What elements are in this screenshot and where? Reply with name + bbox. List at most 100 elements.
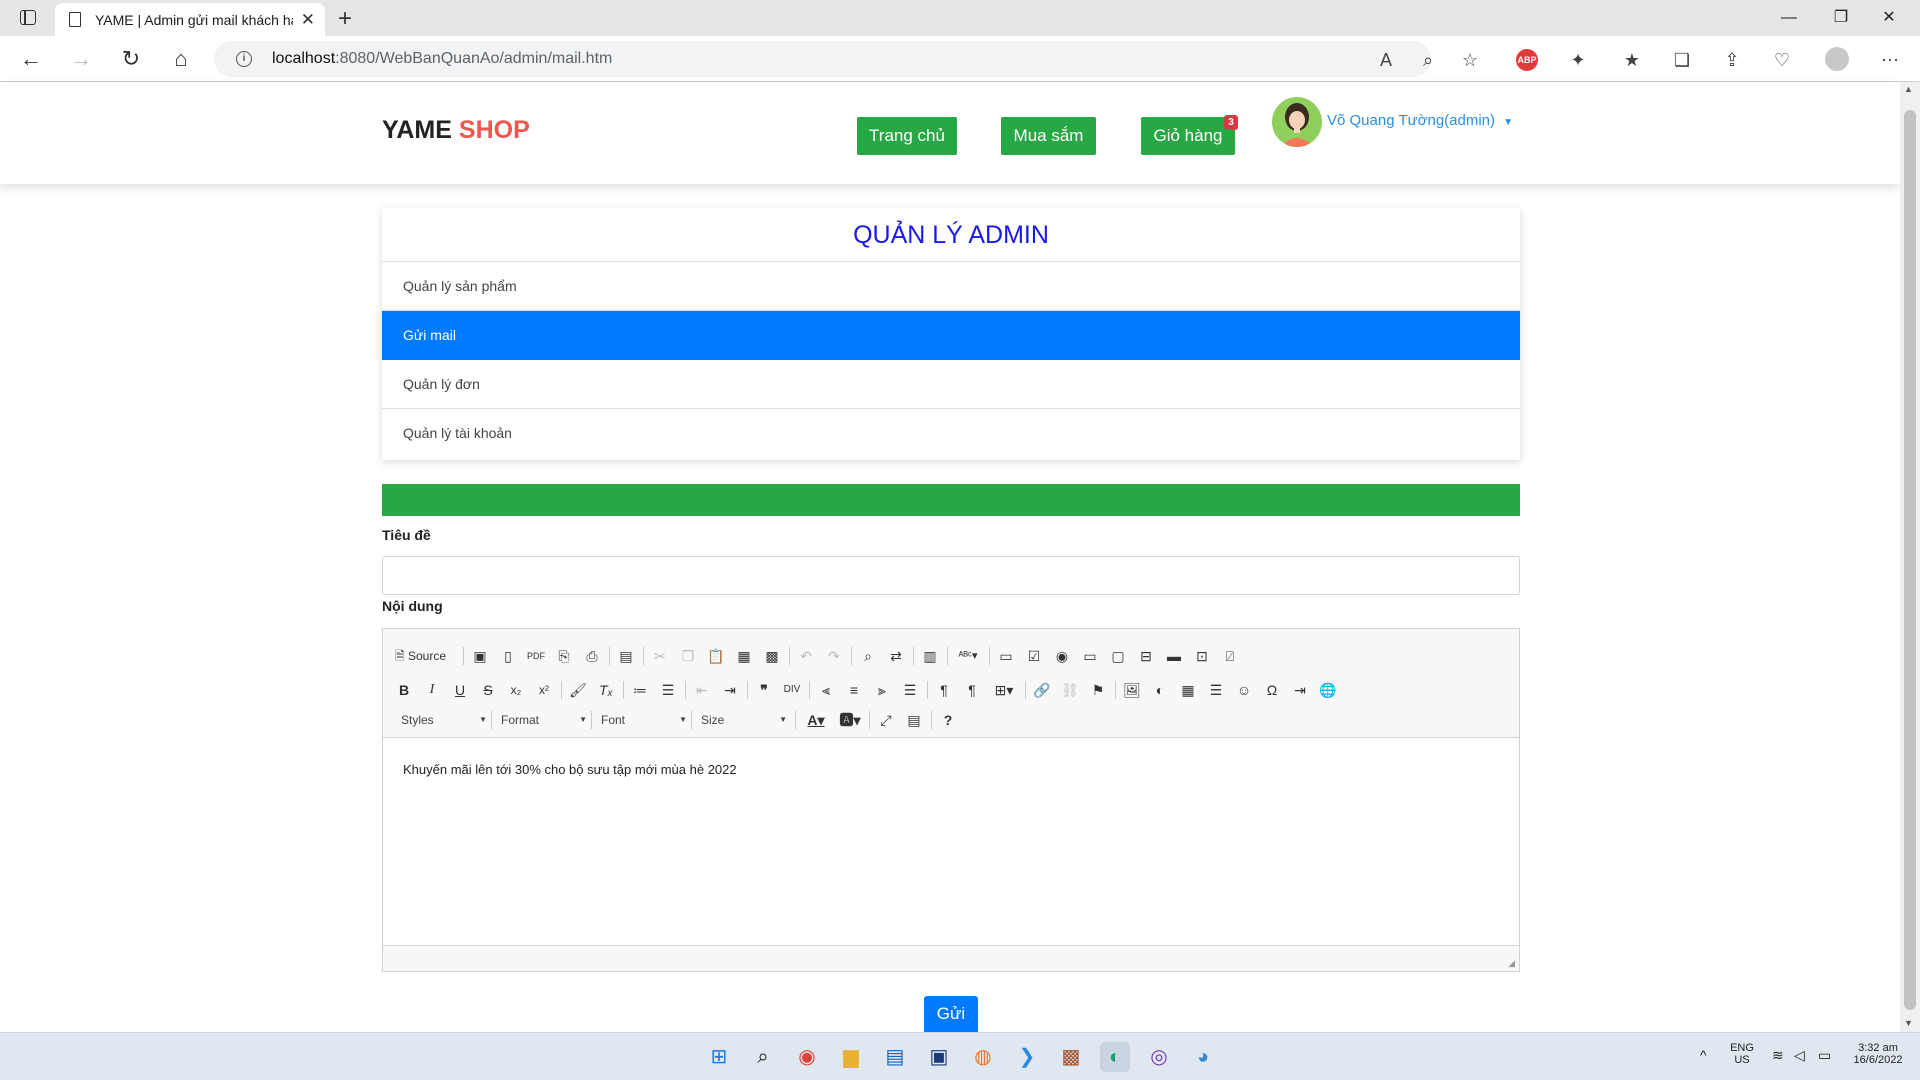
extensions-icon[interactable]: ✦ (1564, 46, 1592, 74)
adblock-icon[interactable]: ABP (1516, 49, 1538, 71)
new-tab-button[interactable]: + (338, 5, 352, 33)
hidden-field-icon[interactable]: ⍁ (1219, 645, 1241, 667)
smiley-icon[interactable]: ☺ (1233, 679, 1255, 701)
search-icon[interactable]: ⌕ (748, 1042, 778, 1072)
resize-handle-icon[interactable]: ◢ (1508, 958, 1515, 969)
numbered-list-icon[interactable]: ≔ (629, 679, 651, 701)
close-window-button[interactable]: ✕ (1866, 4, 1912, 32)
copy-format-icon[interactable]: 🖌 (567, 679, 589, 701)
new-page-icon[interactable]: ▯ (497, 645, 519, 667)
font-dropdown[interactable]: Font ▼ (595, 709, 691, 731)
show-blocks-icon[interactable]: ▤ (903, 709, 925, 731)
page-break-icon[interactable]: ⇥ (1289, 679, 1311, 701)
volume-icon[interactable]: ◁ (1794, 1047, 1805, 1064)
preview-icon[interactable]: ⎘ (553, 645, 575, 667)
print-icon[interactable]: ⎙ (581, 645, 603, 667)
send-button[interactable]: Gửi (924, 996, 978, 1032)
paste-word-icon[interactable]: ▩ (761, 645, 783, 667)
close-tab-icon[interactable]: ✕ (301, 10, 315, 30)
language-icon[interactable]: ⊞▾ (989, 679, 1019, 701)
save-icon[interactable]: ▣ (469, 645, 491, 667)
menu-item-products[interactable]: Quản lý sản phẩm (382, 262, 1520, 311)
bulleted-list-icon[interactable]: ☰ (657, 679, 679, 701)
italic-icon[interactable]: I (421, 679, 443, 701)
radio-icon[interactable]: ◉ (1051, 645, 1073, 667)
vscode-icon[interactable]: ❯ (1012, 1042, 1042, 1072)
performance-icon[interactable]: ♡ (1768, 46, 1796, 74)
align-right-icon[interactable]: ⫸ (871, 679, 893, 701)
subscript-icon[interactable]: x₂ (505, 679, 527, 701)
align-center-icon[interactable]: ≡ (843, 679, 865, 701)
export-pdf-icon[interactable]: PDF (525, 645, 547, 667)
browser-profile-icon[interactable] (1825, 47, 1849, 71)
source-button[interactable]: 🗎 Source (395, 645, 455, 667)
edge-icon[interactable]: ◐ (1100, 1042, 1130, 1072)
superscript-icon[interactable]: x² (533, 679, 555, 701)
form-icon[interactable]: ▭ (995, 645, 1017, 667)
templates-icon[interactable]: ▤ (615, 645, 637, 667)
home-button[interactable]: ⌂ (166, 44, 196, 74)
indent-icon[interactable]: ⇥ (719, 679, 741, 701)
rtl-icon[interactable]: ¶ (961, 679, 983, 701)
textfield-icon[interactable]: ▭ (1079, 645, 1101, 667)
remove-format-icon[interactable]: Tₓ (595, 679, 617, 701)
help-icon[interactable]: ? (937, 709, 959, 731)
maximize-icon[interactable]: ⤢ (875, 709, 897, 731)
browser-tab[interactable]: YAME | Admin gửi mail khách hà ✕ (55, 3, 325, 36)
text-color-icon[interactable]: A▾ (801, 709, 831, 731)
unlink-icon[interactable]: ⛓ (1059, 679, 1081, 701)
iframe-icon[interactable]: 🌐 (1317, 679, 1339, 701)
read-aloud-icon[interactable]: A (1372, 46, 1400, 74)
strikethrough-icon[interactable]: S (477, 679, 499, 701)
table-icon[interactable]: ▦ (1177, 679, 1199, 701)
subject-input[interactable] (382, 556, 1520, 595)
select-field-icon[interactable]: ⊟ (1135, 645, 1157, 667)
reload-button[interactable]: ↻ (116, 44, 146, 74)
redo-icon[interactable]: ↷ (823, 645, 845, 667)
favorite-star-icon[interactable]: ☆ (1456, 46, 1484, 74)
user-menu-toggle[interactable]: Võ Quang Tường(admin) ▼ (1327, 112, 1513, 129)
wifi-icon[interactable]: ≋ (1772, 1047, 1784, 1064)
styles-dropdown[interactable]: Styles ▼ (395, 709, 491, 731)
image-button-icon[interactable]: ⊡ (1191, 645, 1213, 667)
menu-item-orders[interactable]: Quản lý đơn (382, 360, 1520, 409)
language-indicator[interactable]: ENG US (1728, 1042, 1756, 1066)
nav-cart-button[interactable]: Giỏ hàng 3 (1141, 115, 1238, 155)
bold-icon[interactable]: B (393, 679, 415, 701)
flash-icon[interactable]: ◐ (1149, 679, 1171, 701)
textarea-icon[interactable]: ▢ (1107, 645, 1129, 667)
user-avatar[interactable] (1272, 97, 1322, 147)
link-icon[interactable]: 🔗 (1031, 679, 1053, 701)
menu-item-accounts[interactable]: Quản lý tài khoản (382, 409, 1520, 458)
underline-icon[interactable]: U (449, 679, 471, 701)
copy-icon[interactable]: ❐ (677, 645, 699, 667)
undo-icon[interactable]: ↶ (795, 645, 817, 667)
select-all-icon[interactable]: ▥ (919, 645, 941, 667)
anchor-flag-icon[interactable]: ⚑ (1087, 679, 1109, 701)
network-app-icon[interactable]: ◕ (1188, 1042, 1218, 1072)
firefox-icon[interactable]: ◍ (968, 1042, 998, 1072)
justify-icon[interactable]: ☰ (899, 679, 921, 701)
chrome-icon[interactable]: ◉ (792, 1042, 822, 1072)
notepad-icon[interactable]: ▤ (880, 1042, 910, 1072)
back-button[interactable]: ← (16, 44, 46, 74)
button-field-icon[interactable]: ▬ (1163, 645, 1185, 667)
align-left-icon[interactable]: ⫷ (815, 679, 837, 701)
scroll-up-arrow-icon[interactable]: ▲ (1904, 84, 1913, 94)
horizontal-line-icon[interactable]: ☰ (1205, 679, 1227, 701)
bg-color-icon[interactable]: 🅰▾ (835, 709, 865, 731)
nav-home-button[interactable]: Trang chủ (857, 117, 957, 155)
site-info-icon[interactable]: i (236, 51, 252, 67)
collections-icon[interactable]: ❏ (1668, 46, 1696, 74)
blockquote-icon[interactable]: ❞ (753, 679, 775, 701)
checkbox-icon[interactable]: ☑ (1023, 645, 1045, 667)
nav-shop-button[interactable]: Mua sắm (1001, 117, 1096, 155)
start-icon[interactable]: ⊞ (704, 1042, 734, 1072)
spellcheck-icon[interactable]: ᴬᴮᶜ▾ (953, 645, 983, 667)
div-container-icon[interactable]: DIV (781, 679, 803, 701)
forward-button[interactable]: → (66, 44, 96, 74)
url-field[interactable]: i localhost :8080/WebBanQuanAo/admin/mai… (214, 41, 1431, 77)
maximize-button[interactable]: ❐ (1818, 4, 1864, 32)
paste-text-icon[interactable]: ▦ (733, 645, 755, 667)
outdent-icon[interactable]: ⇤ (691, 679, 713, 701)
